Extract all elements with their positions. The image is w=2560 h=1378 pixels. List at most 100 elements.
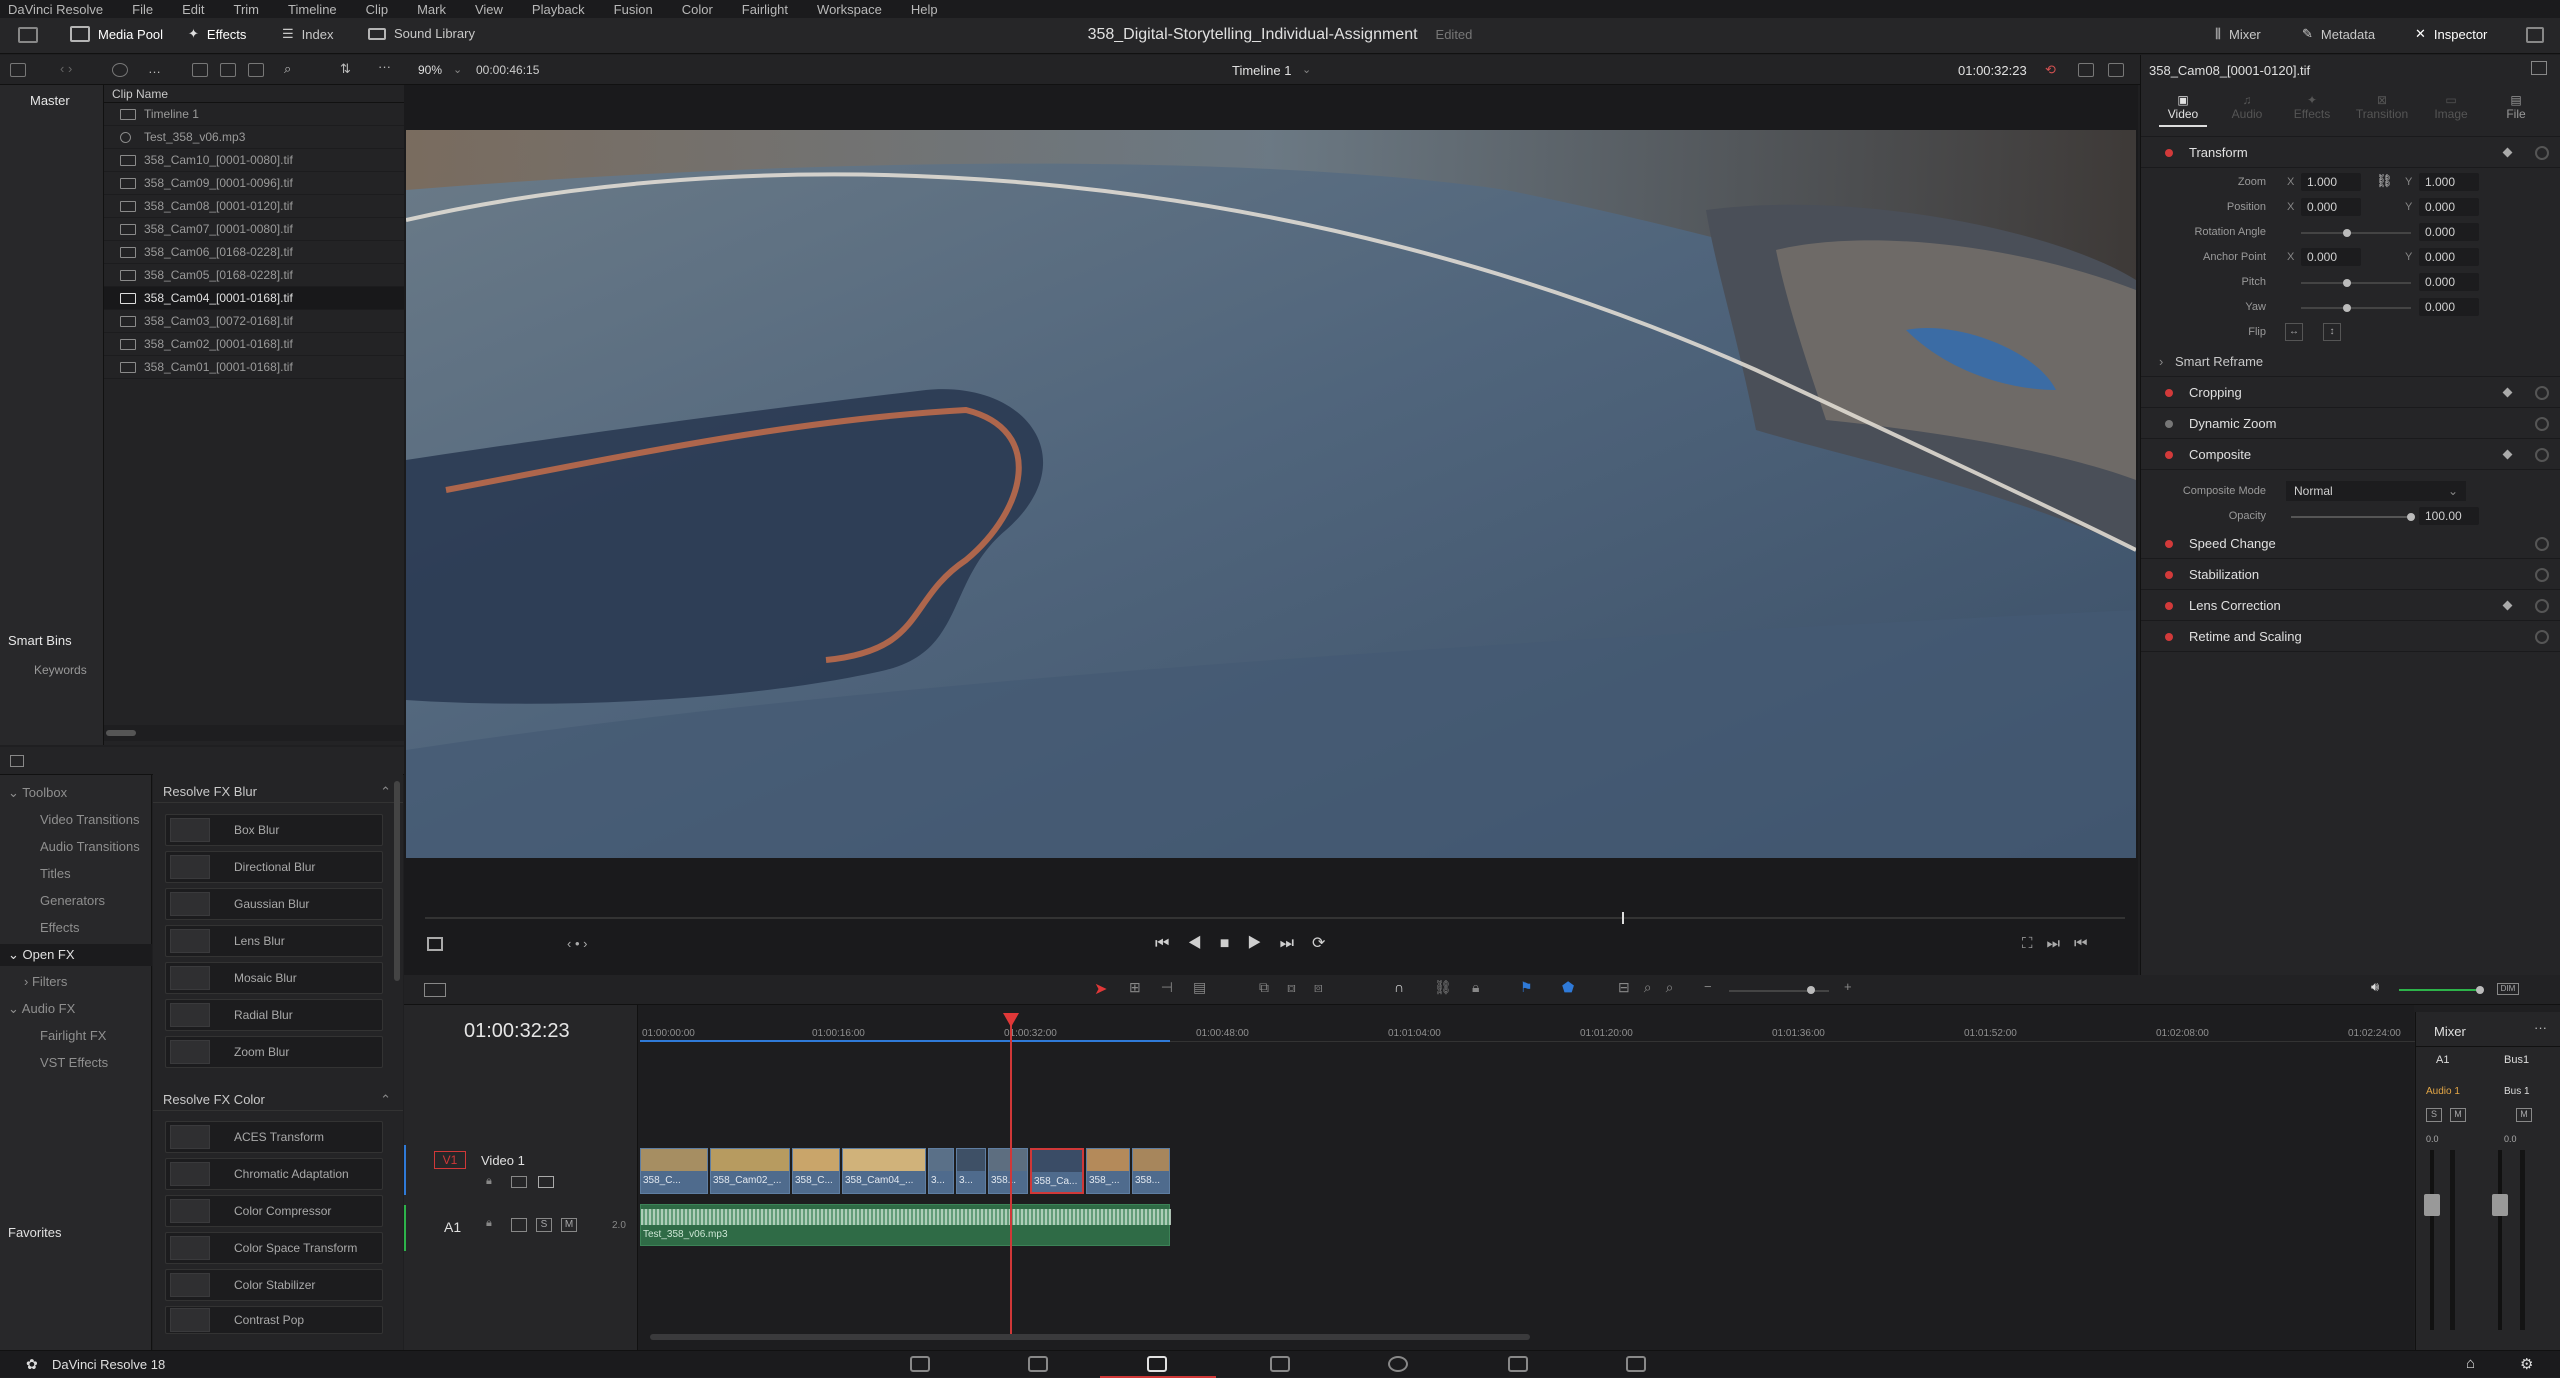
fx-lens-blur[interactable]: Lens Blur	[165, 925, 383, 957]
timeline-view-icon[interactable]	[424, 983, 446, 997]
fx-contrast-pop[interactable]: Contrast Pop	[165, 1306, 383, 1334]
linked-selection-icon[interactable]: ⛓	[1434, 979, 1452, 996]
sort-icon[interactable]: ⇅	[340, 61, 351, 77]
anchor-y-field[interactable]: 0.000	[2419, 248, 2479, 266]
clip-row[interactable]: 358_Cam06_[0168-0228].tif	[104, 241, 404, 264]
expand-icon[interactable]	[2526, 27, 2544, 43]
nav-titles[interactable]: Titles	[0, 863, 152, 885]
enable-toggle[interactable]	[2165, 571, 2173, 579]
lock-track-icon[interactable]: 🔒︎	[486, 1217, 492, 1230]
video-clip[interactable]: 358_C...	[792, 1148, 840, 1194]
media-pool-button[interactable]: Media Pool	[70, 26, 163, 42]
replace-clip-icon[interactable]: ⧇	[1314, 979, 1341, 995]
snapping-icon[interactable]: ∩	[1394, 979, 1404, 995]
menu-workspace[interactable]: Workspace	[817, 2, 882, 17]
tab-file[interactable]: ▤ File	[2491, 93, 2541, 121]
fx-chromatic-adaptation[interactable]: Chromatic Adaptation	[165, 1158, 383, 1190]
yaw-knob[interactable]	[2343, 304, 2351, 312]
anchor-x-field[interactable]: 0.000	[2301, 248, 2361, 266]
marker-icon[interactable]: ⬟	[1562, 979, 1574, 996]
zoom-select[interactable]: 90%	[418, 63, 442, 77]
mixer-button[interactable]: ⫼ Mixer	[2215, 26, 2261, 42]
play-reverse-icon[interactable]: ◀	[1187, 935, 1219, 952]
zoom-x-field[interactable]: 1.000	[2301, 173, 2361, 191]
monitor-icon[interactable]	[18, 27, 38, 43]
position-y-field[interactable]: 0.000	[2419, 198, 2479, 216]
video-clip[interactable]: 358_Cam04_...	[842, 1148, 926, 1194]
volume-knob[interactable]	[2476, 986, 2484, 994]
stop-icon[interactable]: ■	[1220, 935, 1248, 952]
pitch-slider[interactable]	[2301, 282, 2411, 284]
video-clip[interactable]: 358...	[1132, 1148, 1170, 1194]
sidebar-toggle-icon[interactable]	[10, 63, 26, 77]
insert-clip-icon[interactable]: ⧉	[1259, 979, 1287, 995]
zoom-full-icon[interactable]: ⊟	[1618, 979, 1644, 995]
sound-library-button[interactable]: Sound Library	[368, 26, 475, 41]
fx-gaussian-blur[interactable]: Gaussian Blur	[165, 888, 383, 920]
lock-track-icon[interactable]: 🔒︎	[486, 1175, 492, 1188]
reset-icon[interactable]	[2535, 537, 2549, 551]
next-frame-icon[interactable]: ⏭	[2047, 935, 2075, 952]
clip-row[interactable]: 358_Cam05_[0168-0228].tif	[104, 264, 404, 287]
menu-mark[interactable]: Mark	[417, 2, 446, 17]
nav-filters[interactable]: › Filters	[0, 971, 152, 993]
timeline-chevron-icon[interactable]: ⌄	[1302, 63, 1311, 76]
clip-name-header[interactable]: Clip Name	[104, 85, 404, 103]
timeline-zoom-knob[interactable]	[1807, 986, 1815, 994]
playhead[interactable]	[1010, 1015, 1012, 1335]
zoom-y-field[interactable]: 1.000	[2419, 173, 2479, 191]
video-clip[interactable]: 358_Cam02_...	[710, 1148, 790, 1194]
clip-row[interactable]: 358_Cam07_[0001-0080].tif	[104, 218, 404, 241]
fx-aces-transform[interactable]: ACES Transform	[165, 1121, 383, 1153]
menu-clip[interactable]: Clip	[366, 2, 388, 17]
fx-color-space-transform[interactable]: Color Space Transform	[165, 1232, 383, 1264]
opacity-slider[interactable]	[2291, 516, 2411, 518]
video-clip[interactable]: 3...	[928, 1148, 954, 1194]
track-header-v1[interactable]: V1 Video 1 🔒︎	[404, 1145, 638, 1195]
nav-toolbox[interactable]: ⌄ Toolbox	[0, 782, 152, 804]
menu-app[interactable]: DaVinci Resolve	[8, 2, 103, 17]
enable-toggle[interactable]	[2165, 420, 2173, 428]
menu-playback[interactable]: Playback	[532, 2, 585, 17]
video-clip[interactable]: 358_...	[1086, 1148, 1130, 1194]
channel-bus1-input[interactable]: Bus 1	[2504, 1086, 2530, 1097]
flag-icon[interactable]: ⚑	[1520, 979, 1533, 996]
enable-toggle[interactable]	[2165, 149, 2173, 157]
viewer-scrubber[interactable]	[425, 917, 2125, 919]
nav-audio-transitions[interactable]: Audio Transitions	[0, 836, 152, 858]
tab-effects[interactable]: ✦ Effects	[2287, 93, 2337, 121]
volume-slider[interactable]	[2399, 989, 2479, 991]
menu-fairlight[interactable]: Fairlight	[742, 2, 788, 17]
enable-toggle[interactable]	[2165, 389, 2173, 397]
clip-row[interactable]: 358_Cam01_[0001-0168].tif	[104, 356, 404, 379]
menu-trim[interactable]: Trim	[234, 2, 260, 17]
nav-vst-effects[interactable]: VST Effects	[0, 1052, 152, 1074]
pool-options-icon[interactable]: ···	[378, 59, 391, 74]
color-page-icon[interactable]	[1388, 1356, 1408, 1372]
trim-tool-icon[interactable]: ⊞	[1129, 979, 1161, 995]
pitch-knob[interactable]	[2343, 279, 2351, 287]
clip-row[interactable]: 358_Cam09_[0001-0096].tif	[104, 172, 404, 195]
fx-color-compressor[interactable]: Color Compressor	[165, 1195, 383, 1227]
reset-icon[interactable]	[2535, 448, 2549, 462]
clip-row[interactable]: 358_Cam10_[0001-0080].tif	[104, 149, 404, 172]
nav-audio-fx[interactable]: ⌄ Audio FX	[0, 998, 152, 1020]
home-icon[interactable]: ⌂	[2466, 1355, 2475, 1372]
timeline-name[interactable]: Timeline 1	[1232, 63, 1291, 78]
section-speed-change[interactable]: Speed Change	[2141, 529, 2560, 559]
position-x-field[interactable]: 0.000	[2301, 198, 2361, 216]
link-icon[interactable]	[112, 63, 128, 77]
fx-radial-blur[interactable]: Radial Blur	[165, 999, 383, 1031]
viewer-scrubber-handle[interactable]	[1622, 912, 1624, 924]
media-page-icon[interactable]	[910, 1356, 930, 1372]
fx-mosaic-blur[interactable]: Mosaic Blur	[165, 962, 383, 994]
menu-fusion[interactable]: Fusion	[614, 2, 653, 17]
fusion-page-icon[interactable]	[1270, 1356, 1290, 1372]
yaw-field[interactable]: 0.000	[2419, 298, 2479, 316]
fullscreen-icon[interactable]: ⛶	[2022, 935, 2047, 952]
effects-button[interactable]: ✦ Effects	[188, 26, 246, 42]
nav-generators[interactable]: Generators	[0, 890, 152, 912]
reset-icon[interactable]	[2535, 417, 2549, 431]
flip-horizontal-icon[interactable]: ↔	[2285, 323, 2303, 341]
bus-mute-button[interactable]: M	[2516, 1108, 2532, 1122]
